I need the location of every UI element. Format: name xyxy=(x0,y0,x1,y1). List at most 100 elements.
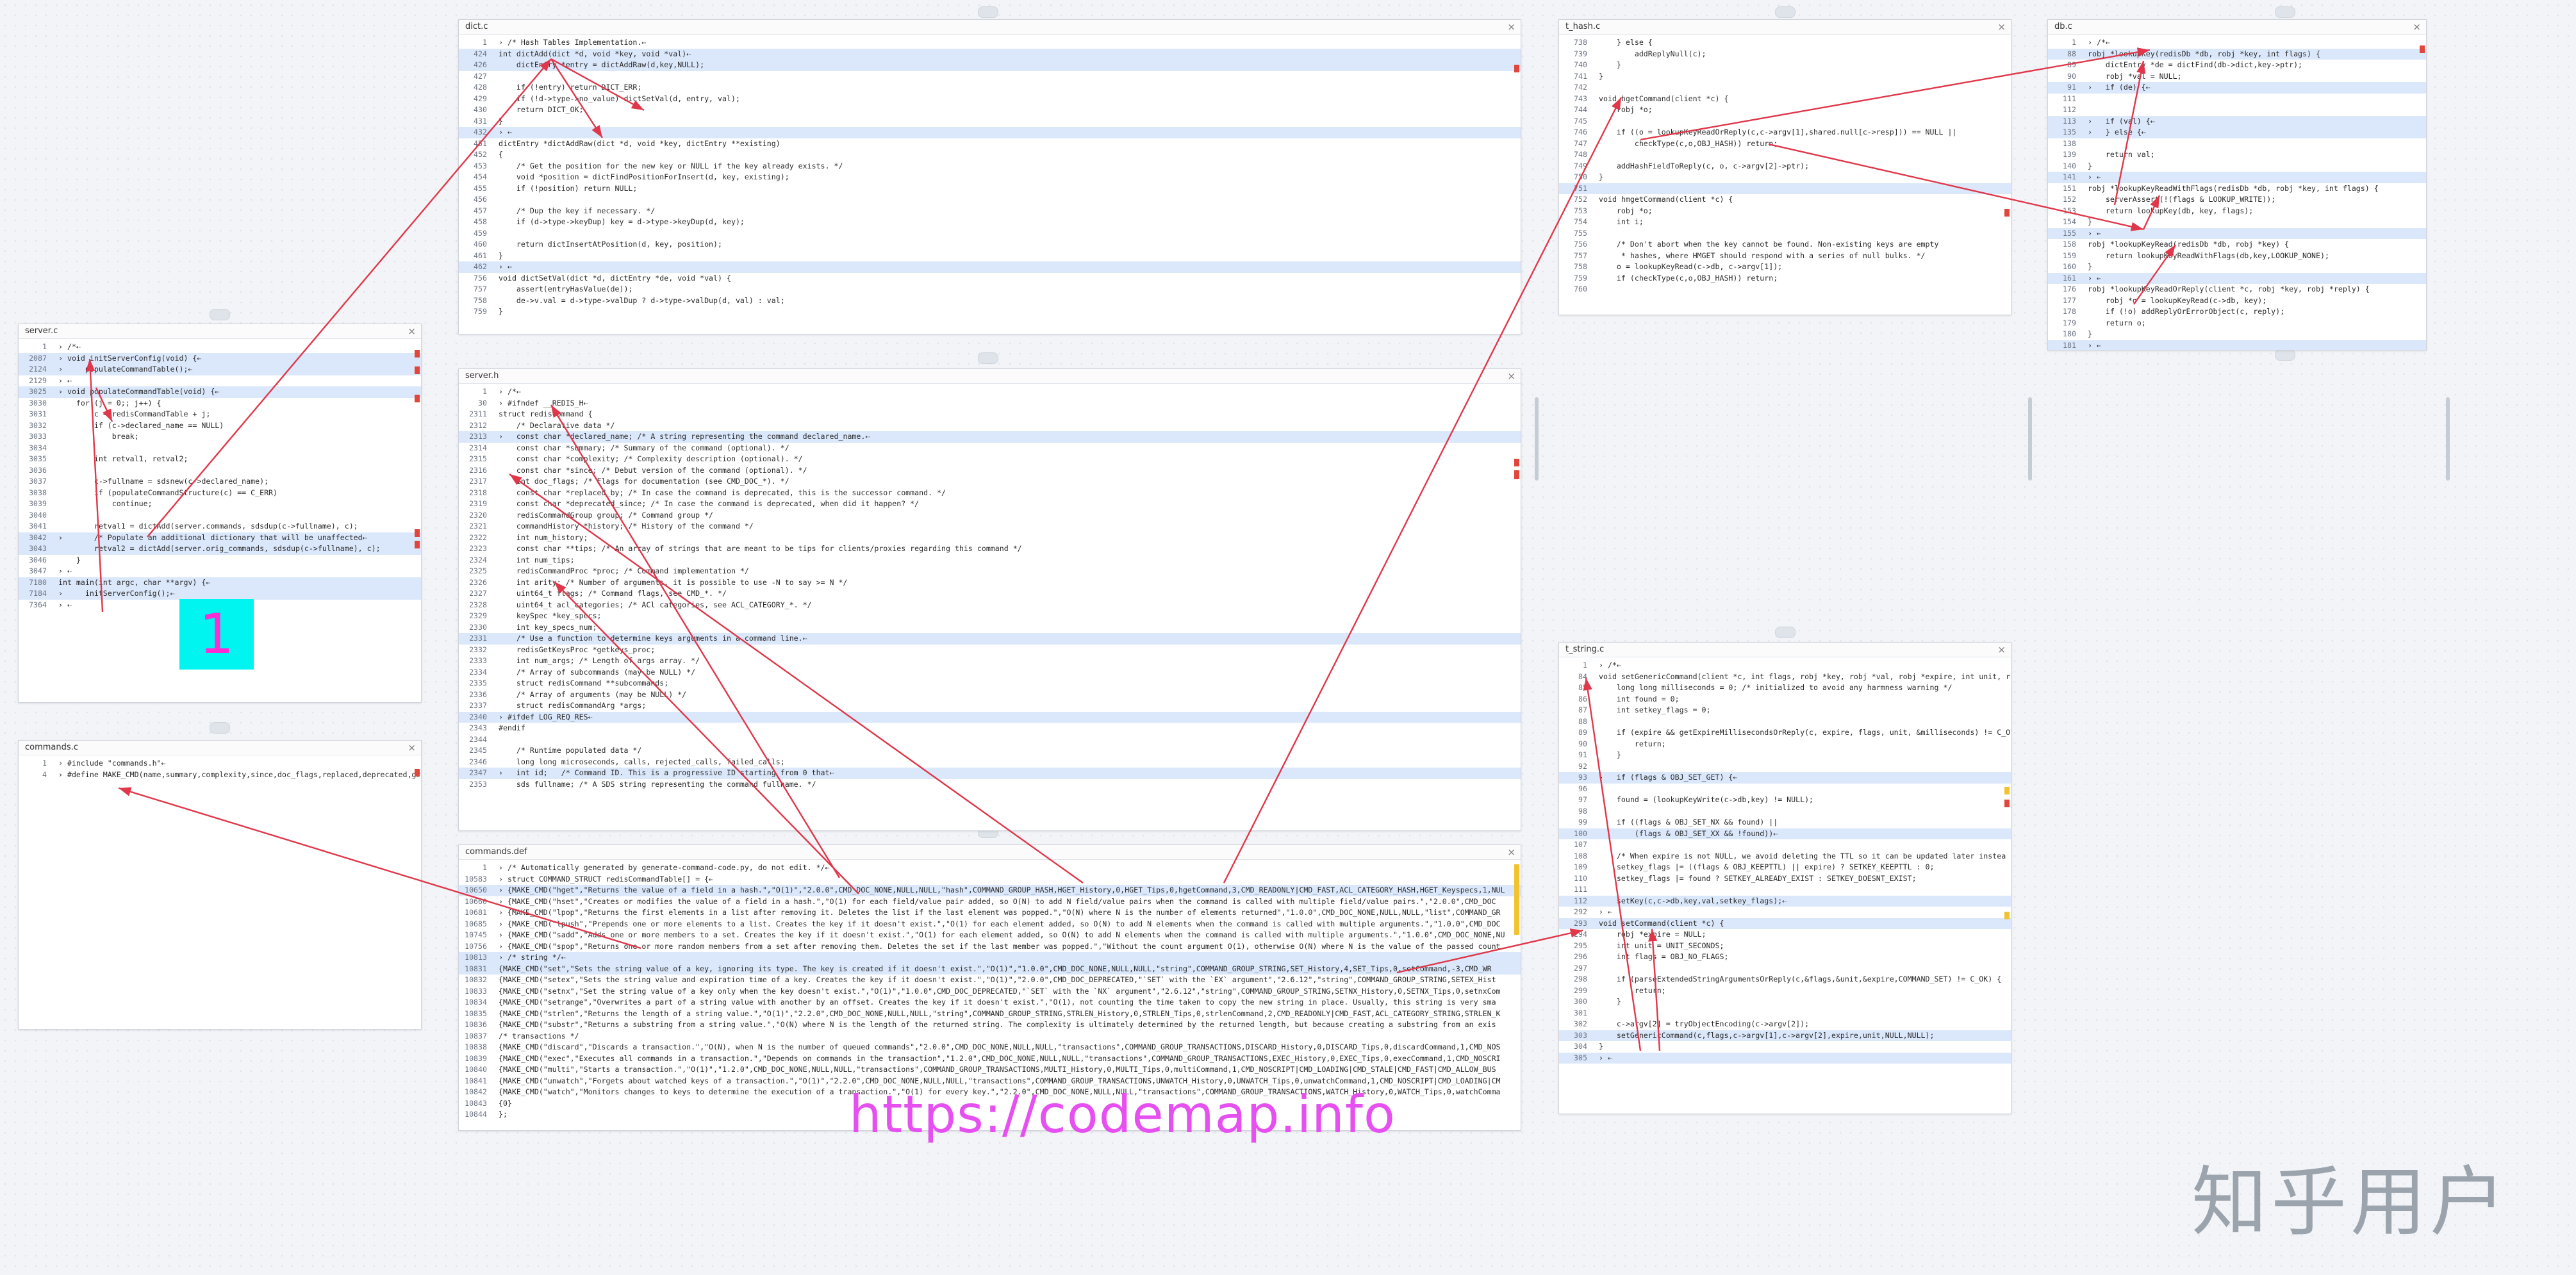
code-line[interactable]: 10840 {MAKE_CMD("multi","Starts a transac… xyxy=(459,1064,1521,1076)
code-line[interactable]: 155 › ⇠ xyxy=(2048,227,2426,239)
fold-toggle[interactable] xyxy=(1591,206,1599,217)
fold-toggle[interactable] xyxy=(51,498,58,510)
window-drag-handle[interactable] xyxy=(210,309,230,320)
code-line[interactable]: 3033 break; xyxy=(19,431,421,443)
code-line[interactable]: 111 xyxy=(1559,884,2011,896)
fold-toggle[interactable] xyxy=(1591,127,1599,138)
code-line[interactable]: 2344 xyxy=(459,734,1521,746)
code-window-db-c[interactable]: db.c × 1 › /*⇠ 88 robj *lookupKey(redisDb *d… xyxy=(2047,19,2427,350)
fold-toggle[interactable] xyxy=(1591,251,1599,262)
fold-toggle[interactable] xyxy=(51,364,58,375)
fold-toggle[interactable] xyxy=(1591,284,1599,295)
fold-toggle[interactable] xyxy=(51,566,58,577)
fold-toggle[interactable] xyxy=(491,149,499,161)
fold-toggle[interactable] xyxy=(491,295,499,307)
code-line[interactable]: 429 if (!d->type->no_value) dictSetVal(d… xyxy=(459,94,1521,105)
code-line[interactable]: 10831 {MAKE_CMD("set","Sets the string va… xyxy=(459,963,1521,975)
fold-toggle[interactable] xyxy=(1591,705,1599,716)
code-line[interactable]: 139 return val; xyxy=(2048,149,2426,161)
window-drag-handle[interactable] xyxy=(1775,627,1796,638)
code-line[interactable]: 2334 /* Array of subcommands (may be NUL… xyxy=(459,667,1521,679)
code-line[interactable]: 113 › if (val) {⇠ xyxy=(2048,115,2426,127)
code-line[interactable]: 109 setkey_flags |= ((flags & OBJ_KEEPTT… xyxy=(1559,862,2011,873)
fold-toggle[interactable] xyxy=(491,94,499,105)
fold-toggle[interactable] xyxy=(491,71,499,83)
code-line[interactable]: 2331 /* Use a function to determine keys… xyxy=(459,633,1521,645)
code-window-t-hash-c[interactable]: t_hash.c × 738 } else {739 addReplyNull(c… xyxy=(1558,19,2011,315)
window-drag-handle[interactable] xyxy=(2275,349,2295,361)
fold-toggle[interactable] xyxy=(491,907,499,919)
code-line[interactable]: 2087 › void initServerConfig(void) {⇠ xyxy=(19,352,421,365)
code-line[interactable]: 2318 const char *replaced_by; /* In case… xyxy=(459,488,1521,499)
code-line[interactable]: 153 return lookupKey(db, key, flags); xyxy=(2048,206,2426,217)
fold-toggle[interactable] xyxy=(491,1109,499,1121)
code-area[interactable]: 1 › /*⇠ 2087 › void initServerConfig(void) … xyxy=(19,339,421,611)
fold-toggle[interactable] xyxy=(491,1087,499,1098)
fold-toggle[interactable] xyxy=(51,758,58,769)
fold-toggle[interactable] xyxy=(1591,1030,1599,1042)
window-title-bar[interactable]: commands.def × xyxy=(459,845,1521,860)
fold-toggle[interactable] xyxy=(491,194,499,206)
code-line[interactable]: 3025 › void populateCommandTable(void) {⇠ xyxy=(19,386,421,398)
fold-toggle[interactable] xyxy=(2080,194,2088,206)
code-line[interactable]: 292 › ⇠ xyxy=(1559,907,2011,918)
fold-toggle[interactable] xyxy=(1591,817,1599,828)
code-line[interactable]: 138 xyxy=(2048,138,2426,150)
code-line[interactable]: 304} xyxy=(1559,1041,2011,1053)
fold-toggle[interactable] xyxy=(491,689,499,701)
fold-toggle[interactable] xyxy=(51,353,58,365)
fold-toggle[interactable] xyxy=(1591,1053,1599,1064)
fold-toggle[interactable] xyxy=(1591,941,1599,952)
code-line[interactable]: 2329 keySpec *key_specs; xyxy=(459,611,1521,622)
fold-toggle[interactable] xyxy=(491,712,499,723)
code-line[interactable]: 456 xyxy=(459,194,1521,206)
fold-toggle[interactable] xyxy=(491,443,499,454)
code-line[interactable]: 10583 › struct COMMAND_STRUCT redisComman… xyxy=(459,874,1521,885)
code-line[interactable]: 2345 /* Runtime populated data */ xyxy=(459,745,1521,757)
fold-toggle[interactable] xyxy=(51,510,58,522)
code-line[interactable]: 93 › if (flags & OBJ_SET_GET) {⇠ xyxy=(1559,772,2011,784)
fold-toggle[interactable] xyxy=(491,779,499,791)
code-line[interactable]: 2340 › #ifdef LOG_REQ_RES⇠ xyxy=(459,711,1521,723)
fold-toggle[interactable] xyxy=(1591,183,1599,195)
code-line[interactable]: 738 } else { xyxy=(1559,37,2011,49)
code-line[interactable]: 745 xyxy=(1559,116,2011,128)
close-icon[interactable]: × xyxy=(1507,20,1515,34)
fold-toggle[interactable] xyxy=(491,975,499,986)
fold-toggle[interactable] xyxy=(491,734,499,746)
close-icon[interactable]: × xyxy=(1507,845,1515,859)
code-line[interactable]: 107 xyxy=(1559,839,2011,851)
fold-toggle[interactable] xyxy=(2080,127,2088,138)
code-line[interactable]: 297 xyxy=(1559,963,2011,975)
fold-toggle[interactable] xyxy=(491,543,499,555)
fold-toggle[interactable] xyxy=(1591,71,1599,83)
code-line[interactable]: 89 dictEntry *de = dictFind(db->dict,key… xyxy=(2048,60,2426,71)
code-line[interactable]: 1 › /*⇠ xyxy=(19,341,421,353)
fold-toggle[interactable] xyxy=(491,183,499,195)
fold-toggle[interactable] xyxy=(1591,806,1599,818)
fold-toggle[interactable] xyxy=(491,1064,499,1076)
fold-toggle[interactable] xyxy=(2080,217,2088,228)
code-line[interactable]: 3031 c = redisCommandTable + j; xyxy=(19,409,421,420)
fold-toggle[interactable] xyxy=(491,745,499,757)
code-line[interactable]: 1 › /*⇠ xyxy=(1559,660,2011,671)
code-line[interactable]: 740 } xyxy=(1559,60,2011,71)
code-line[interactable]: 298 if (parseExtendedStringArgumentsOrRe… xyxy=(1559,974,2011,985)
fold-toggle[interactable] xyxy=(2080,273,2088,284)
fold-toggle[interactable] xyxy=(2080,161,2088,172)
code-line[interactable]: 181 › ⇠ xyxy=(2048,340,2426,350)
window-title-bar[interactable]: t_hash.c × xyxy=(1559,20,2011,35)
code-line[interactable]: 2321 commandHistory *history; /* History… xyxy=(459,521,1521,532)
code-line[interactable]: 2324 int num_tips; xyxy=(459,555,1521,566)
code-line[interactable]: 100 (flags & OBJ_SET_XX && !found))⇠ xyxy=(1559,828,2011,839)
fold-toggle[interactable] xyxy=(1591,104,1599,116)
code-line[interactable]: 426 dictEntry *entry = dictAddRaw(d,key,… xyxy=(459,60,1521,71)
fold-toggle[interactable] xyxy=(51,443,58,454)
code-line[interactable]: 89 if (expire && getExpireMillisecondsOr… xyxy=(1559,727,2011,739)
code-line[interactable]: 180} xyxy=(2048,329,2426,340)
fold-toggle[interactable] xyxy=(491,633,499,645)
fold-toggle[interactable] xyxy=(491,885,499,896)
code-line[interactable]: 2325 redisCommandProc *proc; /* Command … xyxy=(459,566,1521,577)
code-line[interactable]: 85 long long milliseconds = 0; /* initia… xyxy=(1559,682,2011,694)
code-line[interactable]: 10835 {MAKE_CMD("strlen","Returns the len… xyxy=(459,1008,1521,1020)
